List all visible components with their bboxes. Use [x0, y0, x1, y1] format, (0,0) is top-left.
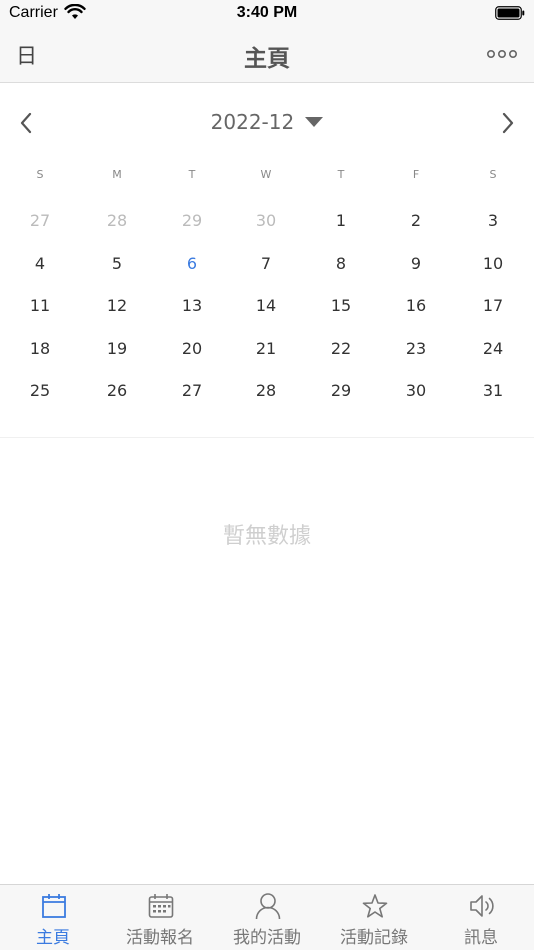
status-time: 3:40 PM — [236, 4, 298, 21]
calendar-day[interactable]: 28 — [241, 370, 291, 412]
calendar-day[interactable]: 11 — [15, 285, 65, 327]
empty-state-text: 暫無數據 — [222, 524, 311, 549]
tab-event-records[interactable]: 活動記錄 — [321, 885, 427, 950]
calendar-day[interactable]: 26 — [92, 370, 142, 412]
weekday-label: T — [188, 168, 196, 181]
weekday-label: M — [112, 168, 122, 181]
calendar-day[interactable]: 12 — [92, 285, 142, 327]
calendar-day[interactable]: 14 — [241, 285, 291, 327]
calendar-icon — [42, 894, 66, 918]
calendar-day[interactable]: 15 — [316, 285, 366, 327]
calendar-day[interactable]: 19 — [92, 328, 142, 370]
tab-my-events[interactable]: 我的活動 — [214, 885, 320, 950]
status-bar: Carrier 3:40 PM — [0, 0, 534, 28]
tab-messages[interactable]: 訊息 — [428, 885, 534, 950]
calendar-day[interactable]: 18 — [15, 328, 65, 370]
calendar-day[interactable]: 3 — [468, 200, 518, 242]
calendar-day[interactable]: 21 — [241, 328, 291, 370]
calendar-day[interactable]: 9 — [391, 243, 441, 285]
calendar-day[interactable]: 7 — [241, 243, 291, 285]
calendar-day[interactable]: 22 — [316, 328, 366, 370]
weekday-header: SMTWTFS — [0, 168, 534, 188]
weekday-label: F — [412, 168, 420, 181]
calendar-day[interactable]: 1 — [316, 200, 366, 242]
chevron-right-icon[interactable] — [496, 110, 520, 136]
page-title: 主頁 — [244, 46, 290, 72]
calendar-day[interactable]: 8 — [316, 243, 366, 285]
calendar-day[interactable]: 16 — [391, 285, 441, 327]
weekday-label: S — [489, 168, 497, 181]
calendar-day[interactable]: 29 — [316, 370, 366, 412]
calendar-day[interactable]: 23 — [391, 328, 441, 370]
calendar-day[interactable]: 25 — [15, 370, 65, 412]
tab-label: 活動報名 — [126, 928, 194, 948]
tab-label: 訊息 — [464, 928, 498, 948]
tab-bar: 主頁 活動報名 我的活動 活動記錄 訊息 — [0, 884, 534, 950]
calendar-day[interactable]: 29 — [167, 200, 217, 242]
navigation-bar: 日 主頁 — [0, 28, 534, 83]
calendar-day[interactable]: 4 — [15, 243, 65, 285]
calendar-day[interactable]: 6 — [167, 243, 217, 285]
weekday-label: W — [260, 168, 272, 181]
month-selector[interactable]: 2022-12 — [0, 110, 534, 134]
calendar-day[interactable]: 28 — [92, 200, 142, 242]
person-icon — [255, 893, 281, 920]
divider — [0, 437, 534, 438]
tab-label: 主頁 — [36, 928, 70, 948]
calendar-day[interactable]: 30 — [241, 200, 291, 242]
weekday-label: T — [337, 168, 345, 181]
star-icon — [362, 894, 388, 918]
calendar-day[interactable]: 31 — [468, 370, 518, 412]
month-label: 2022-12 — [210, 110, 295, 134]
calendar-grid: 27 28 29 30 1 2 3 4 5 6 7 8 9 10 11 12 13 14 15 16 17 18 19 20 2… — [0, 200, 534, 420]
tab-label: 我的活動 — [233, 928, 301, 948]
more-icon[interactable] — [486, 47, 518, 61]
calendar-day[interactable]: 27 — [15, 200, 65, 242]
calendar-grid-icon — [148, 894, 174, 918]
speaker-icon — [470, 895, 494, 917]
tab-label: 活動記錄 — [340, 928, 408, 948]
calendar-day[interactable]: 10 — [468, 243, 518, 285]
weekday-label: S — [36, 168, 44, 181]
calendar-day[interactable]: 20 — [167, 328, 217, 370]
tab-event-registration[interactable]: 活動報名 — [107, 885, 213, 950]
calendar-day[interactable]: 13 — [167, 285, 217, 327]
calendar-day[interactable]: 24 — [468, 328, 518, 370]
calendar-day[interactable]: 27 — [167, 370, 217, 412]
tab-home[interactable]: 主頁 — [0, 885, 106, 950]
month-header: 2022-12 — [0, 100, 534, 146]
battery-icon — [495, 6, 525, 20]
calendar-day[interactable]: 5 — [92, 243, 142, 285]
calendar-day[interactable]: 30 — [391, 370, 441, 412]
caret-down-icon — [305, 117, 324, 127]
calendar-day[interactable]: 17 — [468, 285, 518, 327]
calendar-day[interactable]: 2 — [391, 200, 441, 242]
